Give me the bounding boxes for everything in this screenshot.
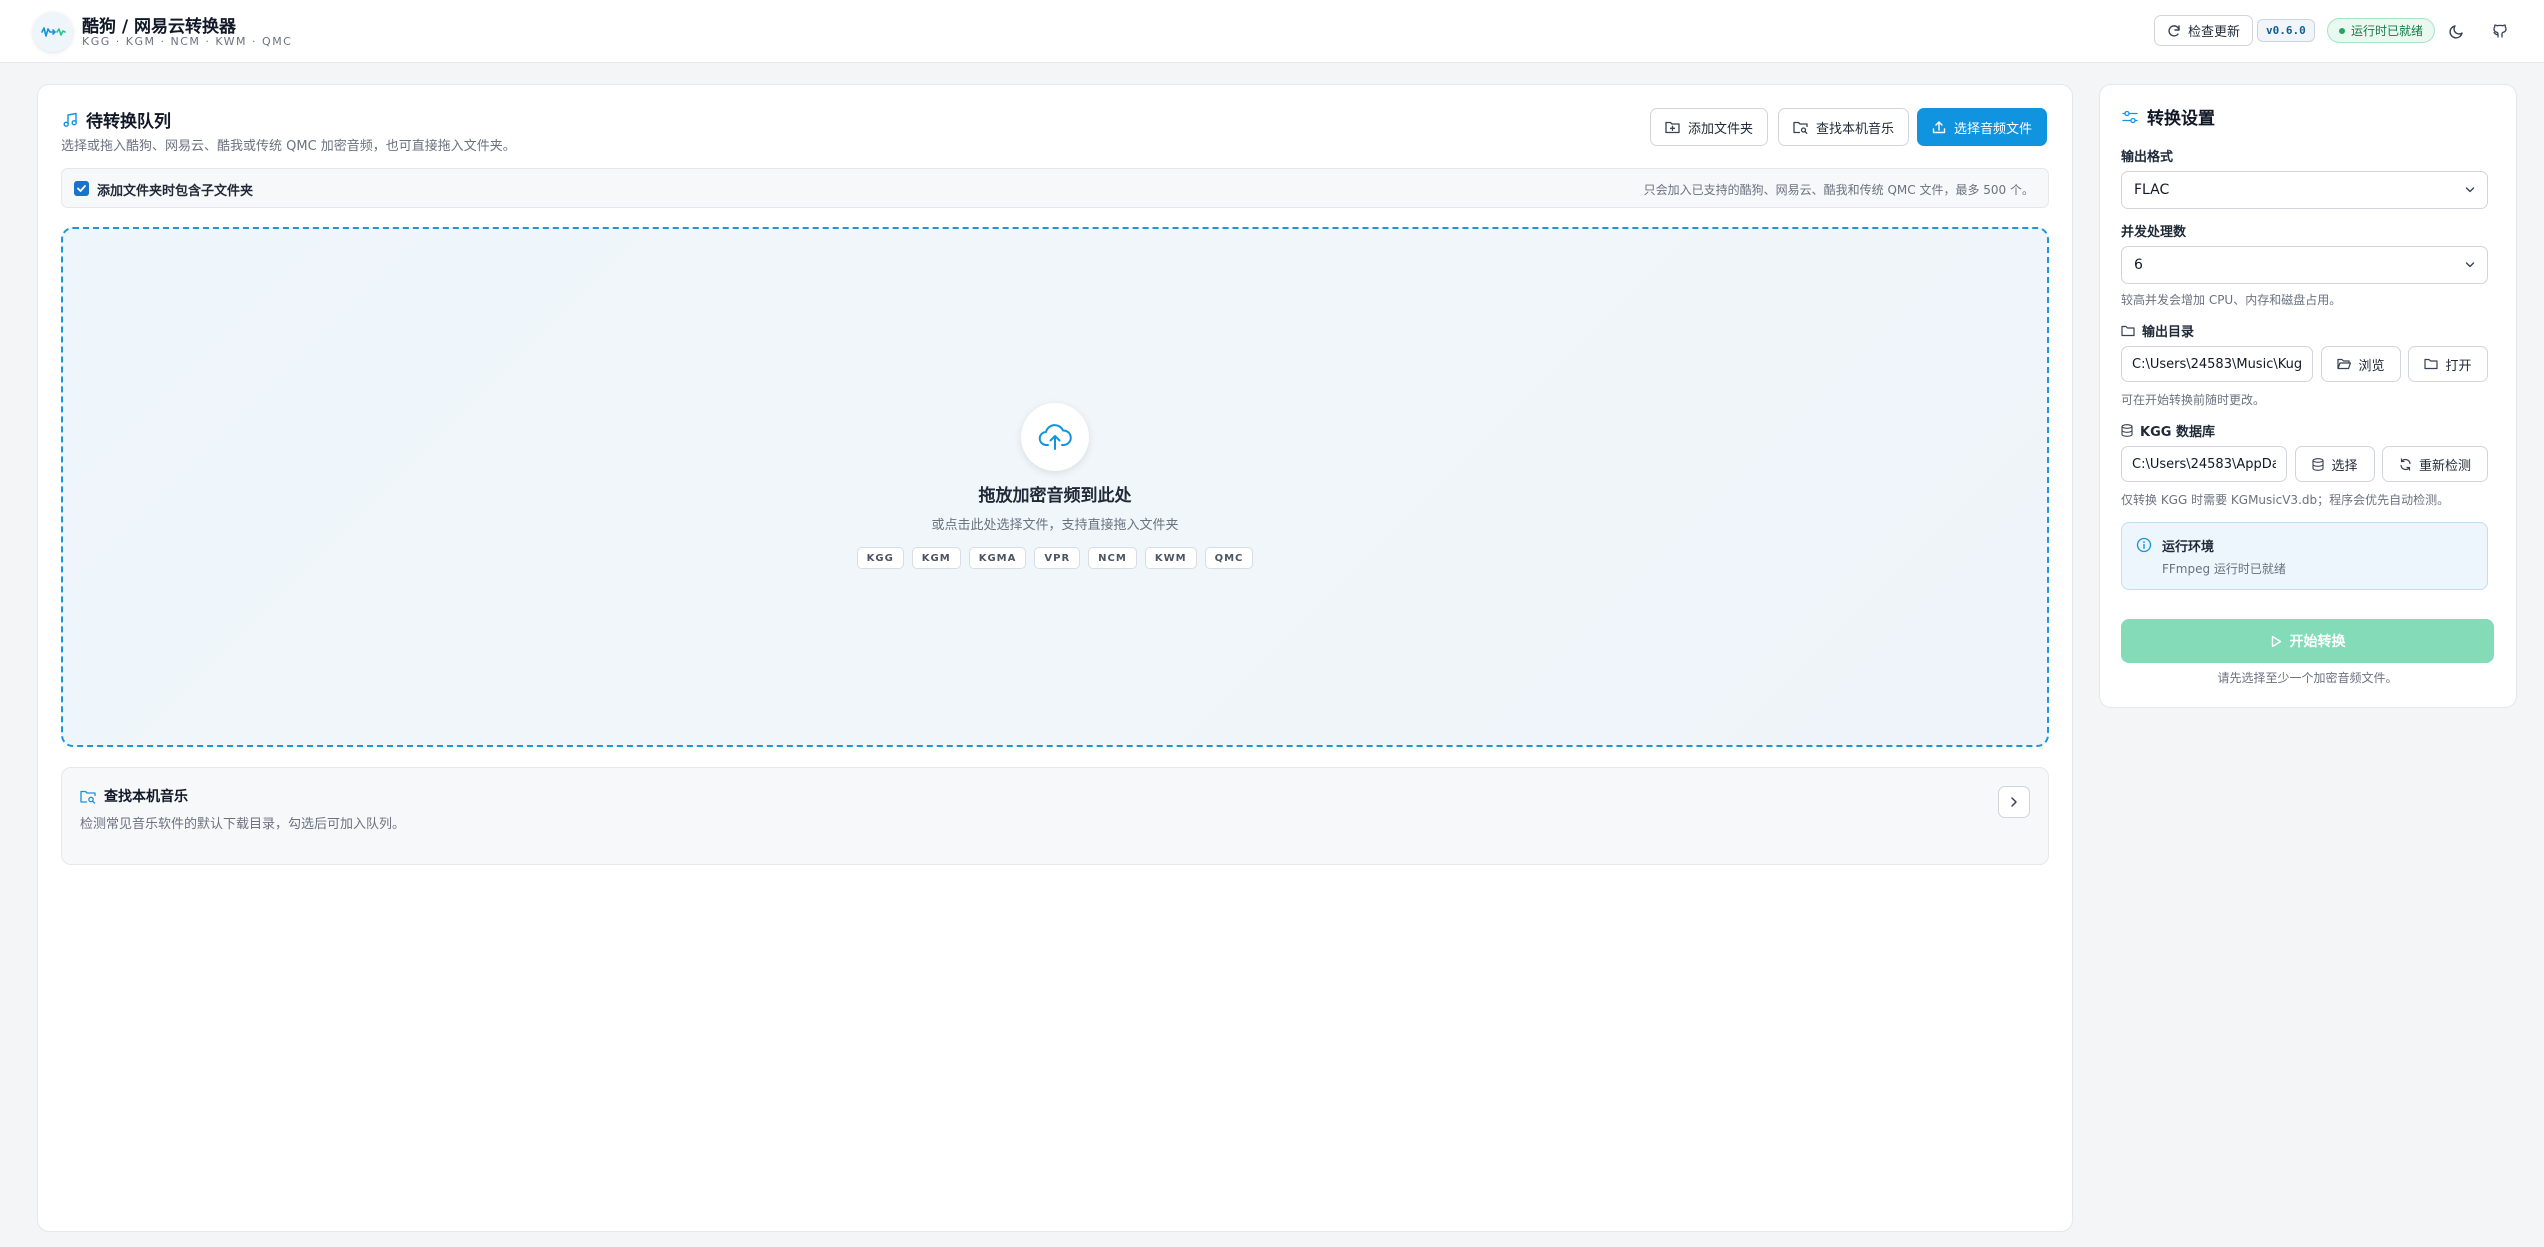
cloud-upload-icon: [1038, 424, 1072, 450]
settings-title-text: 转换设置: [2147, 109, 2215, 129]
database-icon: [2121, 424, 2133, 437]
output-dir-label-text: 输出目录: [2142, 325, 2195, 340]
dropzone-subtitle: 或点击此处选择文件，支持直接拖入文件夹: [931, 518, 1179, 533]
chevron-down-icon: [2465, 262, 2475, 268]
include-subfolders-label[interactable]: 添加文件夹时包含子文件夹: [97, 180, 253, 199]
add-folder-button[interactable]: 添加文件夹: [1650, 108, 1769, 146]
play-icon: [2271, 635, 2281, 647]
runtime-status-label: 运行时已就绪: [2351, 24, 2424, 38]
app-subtitle: KGG · KGM · NCM · KWM · QMC: [82, 35, 293, 48]
kgg-db-input[interactable]: [2121, 446, 2287, 482]
finder-description: 检测常见音乐软件的默认下载目录，勾选后可加入队列。: [80, 817, 406, 832]
find-local-music-button[interactable]: 查找本机音乐: [1778, 108, 1910, 146]
version-badge: v0.6.0: [2257, 19, 2315, 42]
file-limit-note: 只会加入已支持的酷狗、网易云、酷我和传统 QMC 文件，最多 500 个。: [1643, 183, 2034, 197]
chevron-down-icon: [2465, 187, 2475, 193]
finder-title-text: 查找本机音乐: [104, 789, 188, 805]
runtime-status-badge: 运行时已就绪: [2327, 18, 2436, 43]
folder-icon: [2121, 325, 2135, 336]
sliders-icon: [2122, 110, 2138, 123]
include-subfolders-checkbox[interactable]: [74, 181, 89, 196]
settings-title: 转换设置: [2122, 104, 2215, 129]
choose-db-label: 选择: [2331, 458, 2358, 474]
concurrency-value: 6: [2134, 257, 2143, 273]
format-tag: QMC: [1204, 547, 1254, 569]
format-tag: KGMA: [968, 547, 1027, 569]
info-icon: [2136, 537, 2152, 553]
output-format-value: FLAC: [2134, 182, 2170, 198]
database-icon: [2312, 457, 2325, 471]
format-tag: KGM: [911, 547, 961, 569]
format-tag: KGG: [856, 547, 904, 569]
finder-title: 查找本机音乐: [80, 786, 188, 806]
format-tag: KWM: [1144, 547, 1197, 569]
start-conversion-button[interactable]: 开始转换: [2121, 619, 2494, 663]
output-format-select[interactable]: FLAC: [2121, 171, 2488, 209]
start-hint: 请先选择至少一个加密音频文件。: [2217, 671, 2398, 685]
queue-title: 待转换队列: [62, 107, 171, 132]
app-title: 酷狗 / 网易云转换器: [82, 17, 237, 37]
output-dir-input[interactable]: [2121, 346, 2313, 382]
browse-label: 浏览: [2358, 358, 2385, 374]
choose-audio-files-button[interactable]: 选择音频文件: [1917, 108, 2048, 146]
output-dir-label: 输出目录: [2121, 321, 2194, 340]
output-dir-hint: 可在开始转换前随时更改。: [2121, 393, 2266, 407]
kgg-db-label-text: KGG 数据库: [2140, 425, 2215, 440]
local-music-finder-panel: 查找本机音乐 检测常见音乐软件的默认下载目录，勾选后可加入队列。: [61, 767, 2049, 865]
choose-audio-files-label: 选择音频文件: [1954, 121, 2033, 137]
folder-icon: [2424, 358, 2439, 370]
chevron-right-icon: [2011, 797, 2017, 807]
format-tag: NCM: [1088, 547, 1137, 569]
kgg-db-hint: 仅转换 KGG 时需要 KGMusicV3.db；程序会优先自动检测。: [2121, 493, 2450, 507]
concurrency-label: 并发处理数: [2121, 225, 2187, 240]
folder-search-icon: [1793, 121, 1808, 134]
concurrency-select[interactable]: 6: [2121, 246, 2488, 284]
app-header: 酷狗 / 网易云转换器 KGG · KGM · NCM · KWM · QMC …: [0, 0, 2544, 63]
browse-button[interactable]: 浏览: [2321, 346, 2401, 382]
runtime-environment-panel: 运行环境 FFmpeg 运行时已就绪: [2121, 522, 2488, 590]
expand-finder-button[interactable]: [1998, 786, 2030, 818]
check-update-label: 检查更新: [2188, 25, 2241, 40]
upload-icon: [1932, 121, 1946, 134]
github-icon: [2493, 24, 2507, 38]
open-label: 打开: [2445, 358, 2472, 374]
output-format-label: 输出格式: [2121, 150, 2174, 165]
start-conversion-label: 开始转换: [2289, 633, 2346, 649]
choose-db-button[interactable]: 选择: [2295, 446, 2375, 482]
subfolder-option-row: 添加文件夹时包含子文件夹 只会加入已支持的酷狗、网易云、酷我和传统 QMC 文件…: [61, 168, 2049, 208]
kgg-db-label: KGG 数据库: [2121, 421, 2215, 440]
moon-icon: [2449, 25, 2463, 39]
status-dot: [2339, 27, 2345, 34]
queue-title-text: 待转换队列: [86, 112, 171, 132]
runtime-environment-status: FFmpeg 运行时已就绪: [2162, 562, 2286, 576]
queue-description: 选择或拖入酷狗、网易云、酷我或传统 QMC 加密音频，也可直接拖入文件夹。: [61, 139, 516, 154]
folder-open-icon: [2337, 358, 2352, 370]
folder-plus-icon: [1665, 121, 1680, 134]
refresh-icon: [2168, 24, 2180, 37]
checkmark-icon: [77, 185, 86, 192]
recheck-db-button[interactable]: 重新检测: [2382, 446, 2488, 482]
open-folder-button[interactable]: 打开: [2408, 346, 2488, 382]
supported-formats: KGG KGM KGMA VPR NCM KWM QMC: [0, 547, 2110, 569]
github-button[interactable]: [2485, 16, 2515, 46]
upload-cloud-badge: [1021, 403, 1089, 471]
dropzone-title: 拖放加密音频到此处: [978, 486, 1132, 506]
find-local-music-label: 查找本机音乐: [1816, 121, 1895, 137]
folder-search-icon: [80, 790, 96, 804]
music-note-icon: [63, 112, 77, 127]
concurrency-hint: 较高并发会增加 CPU、内存和磁盘占用。: [2121, 293, 2342, 307]
theme-toggle-button[interactable]: [2442, 16, 2472, 46]
add-folder-label: 添加文件夹: [1688, 121, 1754, 137]
format-tag: VPR: [1034, 547, 1081, 569]
refresh-icon: [2400, 457, 2411, 471]
check-update-button[interactable]: 检查更新: [2154, 15, 2254, 46]
runtime-environment-title: 运行环境: [2162, 540, 2215, 555]
app-logo: [33, 12, 73, 52]
waveform-icon: [41, 27, 66, 37]
recheck-db-label: 重新检测: [2418, 458, 2471, 474]
